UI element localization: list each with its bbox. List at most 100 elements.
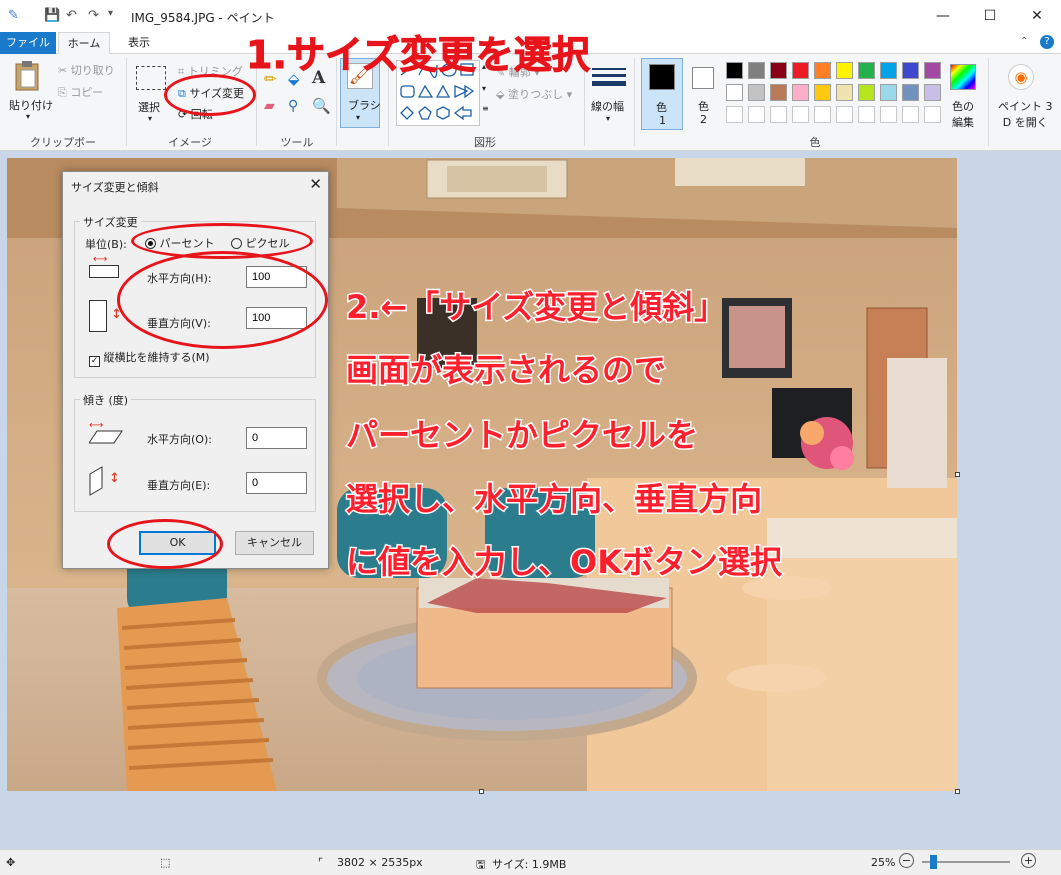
unit-label: 単位(B):	[85, 238, 127, 251]
copy-button[interactable]: ⎘ コピー	[58, 84, 103, 100]
skew-vertical-label: 垂直方向(E):	[147, 479, 211, 492]
palette-swatch[interactable]	[836, 62, 853, 79]
tab-view[interactable]: 表示	[118, 32, 160, 54]
edit-colors-button[interactable]: 色の 編集	[952, 98, 974, 130]
palette-swatch[interactable]	[814, 62, 831, 79]
palette-swatch[interactable]	[770, 62, 787, 79]
cut-button[interactable]: ✂ 切り取り	[58, 62, 115, 78]
custom-color-slot[interactable]	[924, 106, 941, 123]
image-size-icon: ⌜	[318, 856, 324, 869]
eraser-icon[interactable]: ▰	[264, 98, 275, 114]
color-picker-icon[interactable]: ⚲	[288, 98, 298, 114]
palette-swatch[interactable]	[748, 62, 765, 79]
close-button[interactable]: ✕	[1014, 4, 1060, 28]
skew-horizontal-input[interactable]	[246, 427, 307, 449]
palette-swatch[interactable]	[924, 62, 941, 79]
paste-button[interactable]: 貼り付け	[9, 97, 53, 113]
custom-color-slot[interactable]	[726, 106, 743, 123]
checkmark-icon: ✓	[89, 356, 100, 367]
status-bar: ✥ ⬚ ⌜ 3802 × 2535px 🖫 サイズ: 1.9MB 25% − +	[0, 849, 1061, 875]
line-width-icon[interactable]	[592, 68, 626, 86]
palette-swatch[interactable]	[792, 84, 809, 101]
tab-file[interactable]: ファイル	[0, 32, 56, 54]
select-button[interactable]: 選択	[138, 99, 160, 115]
custom-color-slot[interactable]	[880, 106, 897, 123]
palette-swatch[interactable]	[858, 62, 875, 79]
magnifier-icon[interactable]: 🔍	[312, 97, 331, 115]
palette-swatch[interactable]	[924, 84, 941, 101]
palette-swatch[interactable]	[880, 62, 897, 79]
annotation-step2-line2: 画面が表示されるので	[344, 350, 667, 391]
separator	[126, 58, 127, 146]
skew-vertical-input[interactable]	[246, 472, 307, 494]
custom-color-slot[interactable]	[814, 106, 831, 123]
palette-swatch[interactable]	[858, 84, 875, 101]
custom-color-slot[interactable]	[902, 106, 919, 123]
cancel-button[interactable]: キャンセル	[235, 531, 314, 555]
help-icon[interactable]: ?	[1040, 35, 1054, 49]
custom-color-slot[interactable]	[858, 106, 875, 123]
line-width-button[interactable]: 線の幅	[591, 98, 624, 114]
redo-icon[interactable]: ↷	[88, 8, 99, 23]
palette-swatch[interactable]	[814, 84, 831, 101]
zoom-slider[interactable]	[922, 855, 1010, 869]
zoom-level: 25%	[871, 856, 896, 869]
palette-swatch[interactable]	[748, 84, 765, 101]
color2-swatch	[692, 67, 714, 89]
palette-swatch[interactable]	[836, 84, 853, 101]
edit-colors-icon[interactable]	[950, 64, 976, 90]
shapes-scroll-down-icon[interactable]: ▾	[482, 84, 486, 93]
customize-toolbar-icon[interactable]: ▾	[108, 8, 113, 19]
color1-button[interactable]: 色 1	[641, 58, 683, 130]
shapes-more-icon[interactable]: ≡	[482, 104, 489, 113]
zoom-in-icon[interactable]: +	[1021, 853, 1036, 868]
save-icon[interactable]: 💾	[44, 8, 60, 23]
crop-icon: ⌗	[178, 65, 185, 78]
undo-icon[interactable]: ↶	[66, 8, 77, 23]
paint3d-button[interactable]: ペイント 3 D を開く	[998, 98, 1053, 130]
zoom-slider-thumb[interactable]	[930, 855, 937, 869]
selection-size-icon: ⬚	[160, 856, 171, 869]
copy-icon: ⎘	[58, 86, 67, 99]
paste-icon[interactable]	[12, 60, 50, 91]
resize-group-label: サイズ変更	[80, 214, 141, 230]
custom-color-slot[interactable]	[748, 106, 765, 123]
annotation-ring-values	[117, 251, 328, 349]
custom-color-slot[interactable]	[792, 106, 809, 123]
custom-color-slot[interactable]	[770, 106, 787, 123]
collapse-ribbon-icon[interactable]: ⌃	[1020, 36, 1028, 47]
resize-handle-right[interactable]	[955, 472, 960, 477]
custom-color-slot[interactable]	[836, 106, 853, 123]
resize-handle-bottom[interactable]	[479, 789, 484, 794]
annotation-ring-ok	[107, 519, 223, 569]
palette-swatch[interactable]	[902, 62, 919, 79]
brush-dropdown-icon: ▾	[356, 113, 361, 122]
shapes-group-label: 図形	[474, 136, 496, 149]
cut-icon: ✂	[58, 64, 68, 77]
dialog-title: サイズ変更と傾斜	[71, 181, 159, 194]
palette-swatch[interactable]	[726, 84, 743, 101]
palette-swatch[interactable]	[770, 84, 787, 101]
palette-swatch[interactable]	[792, 62, 809, 79]
tab-home[interactable]: ホーム	[58, 32, 110, 55]
color2-number: 2	[700, 113, 707, 126]
keep-ratio-checkbox[interactable]: ✓ 縦横比を維持する(M)	[89, 349, 210, 367]
paste-dropdown-icon[interactable]: ▾	[26, 112, 30, 121]
minimize-button[interactable]: —	[920, 4, 966, 28]
zoom-out-icon[interactable]: −	[899, 853, 914, 868]
brush-label: ブラシ	[348, 99, 381, 112]
palette-swatch[interactable]	[880, 84, 897, 101]
resize-handle-corner[interactable]	[955, 789, 960, 794]
line-width-dropdown-icon[interactable]: ▾	[606, 114, 610, 123]
color2-button[interactable]: 色 2	[689, 58, 721, 130]
dialog-close-icon[interactable]: ✕	[309, 175, 322, 193]
palette-swatch[interactable]	[726, 62, 743, 79]
maximize-button[interactable]: ☐	[967, 4, 1013, 28]
fill-shape-button[interactable]: ⬙ 塗りつぶし ▾	[496, 86, 572, 102]
select-icon[interactable]	[136, 66, 166, 90]
paint-app-icon: ✎	[8, 8, 19, 23]
select-dropdown-icon[interactable]: ▾	[148, 114, 152, 123]
paint3d-icon[interactable]: ◉	[1008, 64, 1034, 90]
annotation-step2-line4: 選択し、水平方向、垂直方向	[344, 479, 763, 520]
palette-swatch[interactable]	[902, 84, 919, 101]
